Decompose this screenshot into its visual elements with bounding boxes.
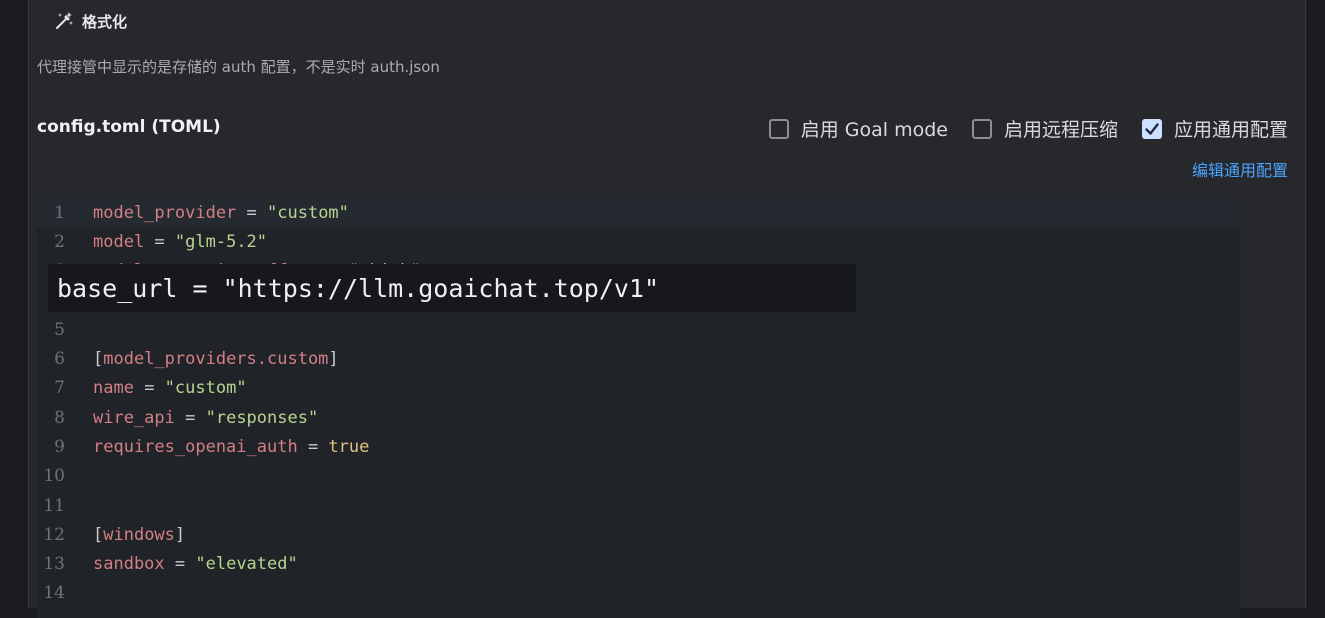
line-number: 2 [54,231,65,252]
line-number: 7 [54,378,65,399]
line-number: 14 [43,583,65,604]
app-background: 格式化 代理接管中显示的是存储的 auth 配置，不是实时 auth.json … [0,0,1325,618]
auth-notice: 代理接管中显示的是存储的 auth 配置，不是实时 auth.json [37,58,440,76]
code-line: 13 sandbox = "elevated" [37,550,1240,579]
option-common-config[interactable]: 应用通用配置 [1141,115,1288,142]
line-number: 13 [43,554,65,575]
line-number: 11 [43,495,65,516]
config-file-label: config.toml (TOML) [37,117,221,137]
code-line: 6 [model_providers.custom] [37,345,1240,374]
line-number: 1 [54,202,65,223]
line-number: 8 [54,407,65,428]
option-remote-compression[interactable]: 启用远程压缩 [971,115,1118,142]
code-line: 11 [37,491,1240,520]
goal-mode-checkbox[interactable] [768,118,789,139]
code-text: model = "glm-5.2" [93,231,268,252]
section-header: 格式化 [54,6,127,36]
code-line: 7 name = "custom" [37,374,1240,403]
code-line: 12 [windows] [37,520,1240,549]
checkmark-icon [1145,122,1159,135]
code-line: 8 wire_api = "responses" [37,403,1240,432]
remote-compression-label: 启用远程压缩 [1003,119,1118,141]
magic-wand-icon [56,12,73,29]
zoomed-line-overlay: base_url = "https://llm.goaichat.top/v1" [48,264,856,312]
goal-mode-label: 启用 Goal mode [800,119,948,141]
code-text: sandbox = "elevated" [93,554,298,575]
code-text: model_provider = "custom" [93,202,349,223]
option-goal-mode[interactable]: 启用 Goal mode [768,115,948,142]
line-number: 9 [54,436,65,457]
code-text: wire_api = "responses" [93,407,319,428]
common-config-checkbox[interactable] [1141,118,1162,139]
code-line: 5 [37,315,1240,344]
line-number: 12 [43,524,65,545]
line-number: 5 [54,319,65,340]
remote-compression-checkbox[interactable] [971,118,992,139]
zoomed-line-text: base_url = "https://llm.goaichat.top/v1" [57,273,660,303]
code-text: requires_openai_auth = true [93,436,370,457]
code-text: name = "custom" [93,378,247,399]
code-line: 9 requires_openai_auth = true [37,432,1240,461]
section-title: 格式化 [82,12,128,31]
config-options: 启用 Goal mode 启用远程压缩 应用通用配置 [768,115,1288,142]
line-number: 6 [54,349,65,369]
code-text: [windows] [93,524,186,545]
code-editor[interactable]: 1 model_provider = "custom" 2 model = "glm-… [37,198,1240,618]
line-number: 10 [43,466,65,487]
code-line: 10 [37,462,1240,491]
code-text: [model_providers.custom] [93,349,339,369]
code-line: 14 [37,579,1240,608]
common-config-label: 应用通用配置 [1173,119,1288,141]
code-line: 2 model = "glm-5.2" [37,227,1240,256]
code-line: 1 model_provider = "custom" [37,198,1240,227]
edit-common-config-link[interactable]: 编辑通用配置 [1192,157,1288,181]
